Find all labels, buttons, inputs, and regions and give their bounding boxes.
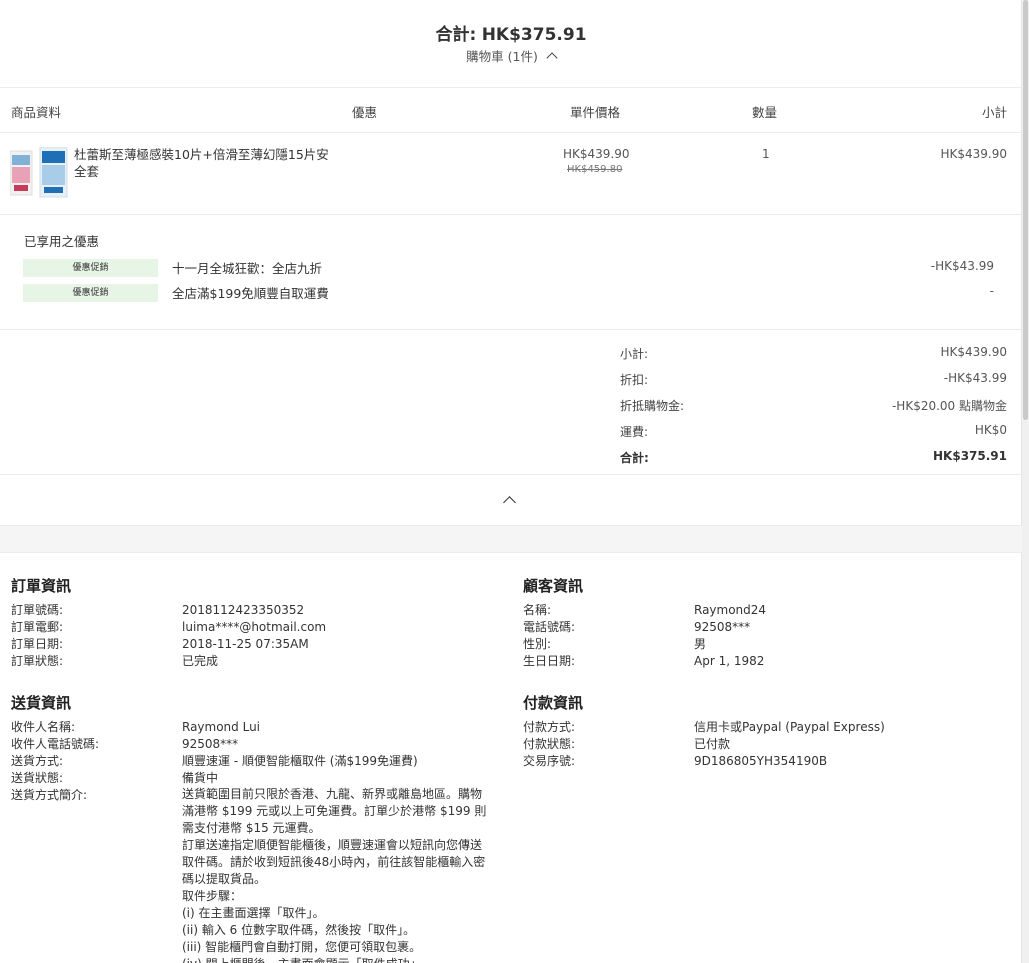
recipient-name-label: 收件人名稱: <box>11 720 76 734</box>
quantity: 1 <box>762 147 770 161</box>
order-date-value: 2018-11-25 07:35AM <box>182 637 309 651</box>
applied-discounts-title: 已享用之優惠 <box>24 234 100 249</box>
column-header-quantity: 數量 <box>752 105 778 120</box>
product-image[interactable] <box>10 147 68 199</box>
summary-total: 合計: HK$375.91 <box>0 20 1022 45</box>
order-summary-header: 合計: HK$375.91 購物車 (1件) <box>0 0 1022 88</box>
collapse-cart-button[interactable] <box>498 488 522 512</box>
product-name-link[interactable]: 杜蕾斯至薄極感裝10片+倍滑至薄幻隱15片安全套 <box>74 146 334 180</box>
order-status-value: 已完成 <box>182 654 219 668</box>
totals-label-grand-total: 合計: <box>620 451 649 465</box>
order-status-label: 訂單狀態: <box>11 654 64 668</box>
summary-total-label: 合計: <box>435 25 477 45</box>
discount-amount: - <box>989 284 994 298</box>
original-price: HK$459.80 <box>567 164 623 175</box>
customer-info-title: 顧客資訊 <box>523 577 584 595</box>
summary-total-value: HK$375.91 <box>481 25 587 45</box>
delivery-description-text: 送貨範圍目前只限於香港、九龍、新界或離島地區。購物滿港幣 $199 元或以上可免… <box>182 787 487 963</box>
customer-birthday-value: Apr 1, 1982 <box>694 654 765 668</box>
customer-name-value: Raymond24 <box>694 603 767 617</box>
discount-name: 全店滿$199免順豐自取運費 <box>172 286 329 301</box>
totals-label-subtotal: 小計: <box>620 347 649 361</box>
order-email-value: luima****@hotmail.com <box>182 620 327 634</box>
column-header-unit-price: 單件價格 <box>570 105 621 120</box>
order-number-value: 2018112423350352 <box>182 603 305 617</box>
customer-birthday-label: 生日日期: <box>523 654 576 668</box>
customer-gender-label: 性別: <box>523 637 552 651</box>
payment-status-label: 付款狀態: <box>523 737 576 751</box>
column-header-subtotal: 小計 <box>981 105 1007 120</box>
cart-toggle-label: 購物車 (1件) <box>466 49 538 64</box>
scrollbar-thumb[interactable] <box>1023 0 1028 420</box>
column-header-product: 商品資料 <box>11 105 62 120</box>
transaction-id-label: 交易序號: <box>523 754 576 768</box>
customer-gender-value: 男 <box>694 637 707 651</box>
totals-value-shipping: HK$0 <box>974 423 1007 437</box>
recipient-phone-value: 92508*** <box>182 737 239 751</box>
delivery-status-label: 送貨狀態: <box>11 771 64 785</box>
totals-value-subtotal: HK$439.90 <box>940 345 1007 359</box>
cart-toggle-button[interactable]: 購物車 (1件) <box>0 46 1022 65</box>
totals-label-credit: 折抵購物金: <box>620 399 685 413</box>
delivery-method-value: 順豐速運 - 順便智能櫃取件 (滿$199免運費) <box>182 754 418 768</box>
order-info-title: 訂單資訊 <box>11 577 72 595</box>
chevron-up-icon <box>546 52 558 64</box>
payment-info-title: 付款資訊 <box>523 694 584 712</box>
order-number-label: 訂單號碼: <box>11 603 64 617</box>
customer-phone-value: 92508*** <box>694 620 751 634</box>
discount-badge: 優惠促銷 <box>23 259 158 277</box>
totals-value-grand-total: HK$375.91 <box>933 449 1007 463</box>
delivery-description-label: 送貨方式簡介: <box>11 788 88 802</box>
recipient-name-value: Raymond Lui <box>182 720 261 734</box>
totals-label-discount: 折扣: <box>620 373 649 387</box>
discount-badge: 優惠促銷 <box>23 284 158 302</box>
divider <box>0 214 1022 215</box>
order-date-label: 訂單日期: <box>11 637 64 651</box>
divider <box>0 474 1022 475</box>
discount-name: 十一月全城狂歡：全店九折 <box>172 261 323 276</box>
vertical-scrollbar[interactable] <box>1022 0 1029 963</box>
delivery-status-value: 備貨中 <box>182 771 219 785</box>
payment-status-value: 已付款 <box>694 737 731 751</box>
recipient-phone-label: 收件人電話號碼: <box>11 737 100 751</box>
row-subtotal: HK$439.90 <box>940 147 1007 161</box>
delivery-info-title: 送貨資訊 <box>11 694 72 712</box>
chevron-up-icon <box>503 496 516 509</box>
payment-method-label: 付款方式: <box>523 720 576 734</box>
unit-price: HK$439.90 <box>563 147 630 161</box>
section-separator <box>0 525 1022 553</box>
column-header-discount: 優惠 <box>352 105 378 120</box>
divider <box>0 329 1022 330</box>
transaction-id-value: 9D186805YH354190B <box>694 754 828 768</box>
totals-value-discount: -HK$43.99 <box>943 371 1007 385</box>
discount-amount: -HK$43.99 <box>930 259 994 273</box>
payment-method-value: 信用卡或Paypal (Paypal Express) <box>694 720 885 734</box>
totals-value-credit: -HK$20.00 點購物金 <box>891 399 1007 413</box>
customer-name-label: 名稱: <box>523 603 552 617</box>
divider <box>0 132 1022 133</box>
order-email-label: 訂單電郵: <box>11 620 64 634</box>
order-detail-page: 合計: HK$375.91 購物車 (1件) 商品資料 優惠 單件價格 數量 小… <box>0 0 1022 963</box>
customer-phone-label: 電話號碼: <box>523 620 576 634</box>
delivery-method-label: 送貨方式: <box>11 754 64 768</box>
totals-label-shipping: 運費: <box>620 425 649 439</box>
